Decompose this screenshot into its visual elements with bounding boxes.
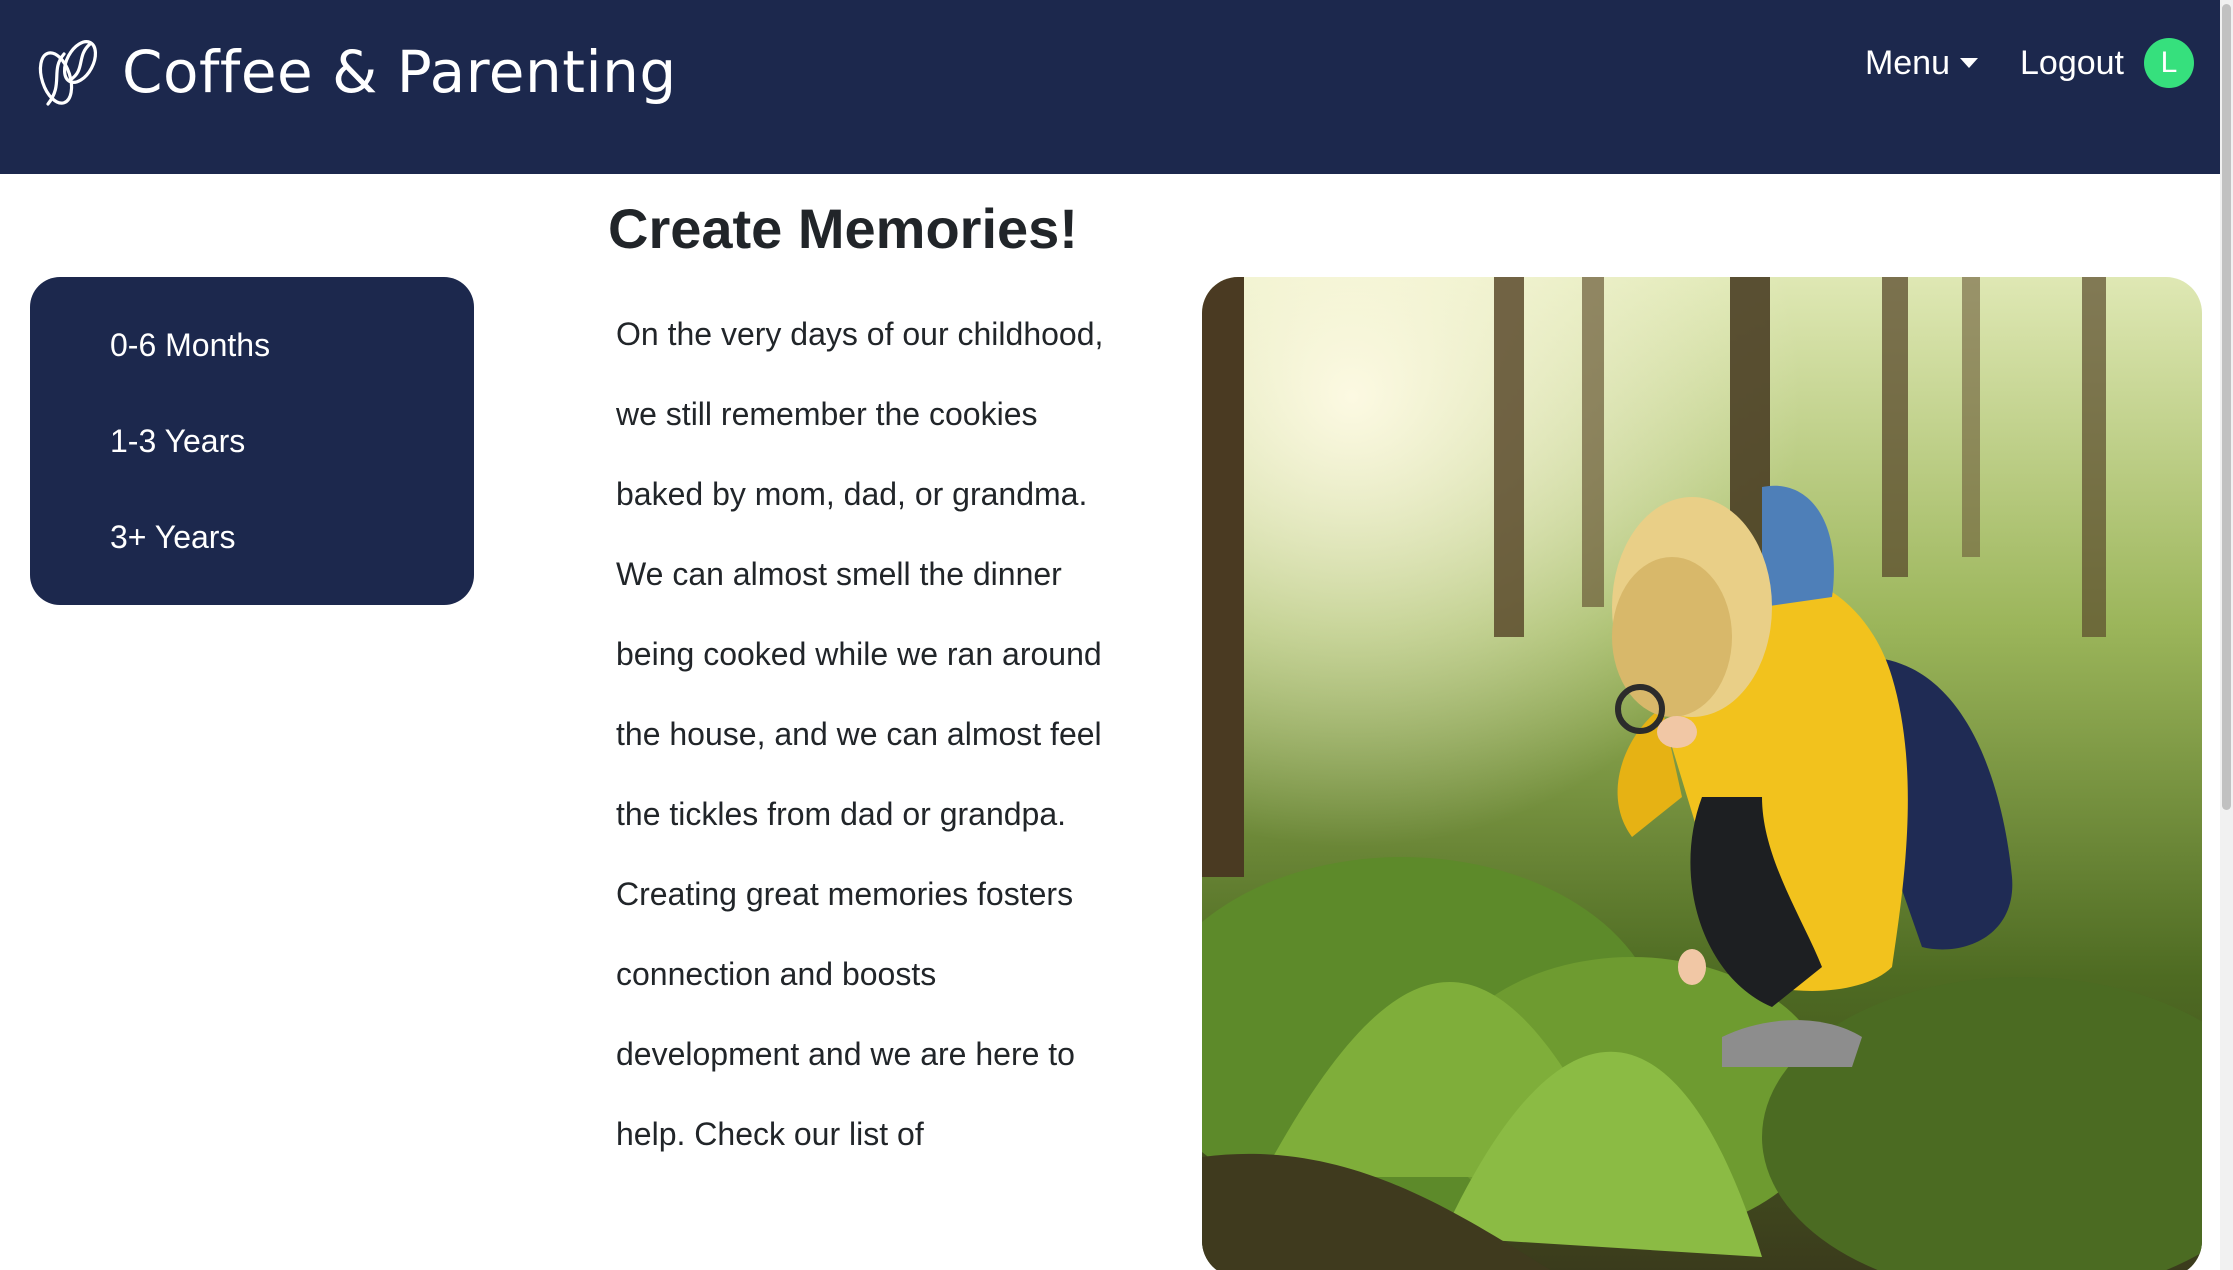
sidebar-item-0-6-months[interactable]: 0-6 Months — [110, 323, 474, 367]
brand-link[interactable]: Coffee & Parenting — [34, 36, 677, 108]
second-paragraph: Creating great memories fosters connecti… — [616, 876, 1075, 1152]
menu-dropdown-toggle[interactable]: Menu — [1865, 39, 1978, 87]
page-scrollbar[interactable] — [2220, 0, 2233, 1270]
scrollbar-thumb[interactable] — [2222, 4, 2231, 810]
age-group-sidebar: 0-6 Months 1-3 Years 3+ Years — [30, 277, 474, 605]
logout-link[interactable]: Logout — [2020, 39, 2124, 87]
sidebar-item-1-3-years[interactable]: 1-3 Years — [110, 419, 474, 463]
intro-paragraph: On the very days of our childhood, we st… — [616, 316, 1104, 832]
sidebar-item-3-plus-years[interactable]: 3+ Years — [110, 515, 474, 559]
top-navbar: Coffee & Parenting Menu Logout L — [0, 0, 2220, 174]
menu-label: Menu — [1864, 44, 1950, 82]
nav-actions: Menu Logout L — [1865, 38, 2194, 88]
brand-title: Coffee & Parenting — [122, 38, 677, 106]
photo-illustration — [1202, 277, 2202, 1270]
coffee-bean-icon — [38, 40, 98, 106]
page-title: Create Memories! — [608, 197, 1078, 260]
child-forest-photo — [1202, 277, 2202, 1270]
article-text: On the very days of our childhood, we st… — [616, 294, 1116, 1270]
user-avatar[interactable]: L — [2144, 38, 2194, 88]
caret-down-icon — [1960, 58, 1978, 68]
